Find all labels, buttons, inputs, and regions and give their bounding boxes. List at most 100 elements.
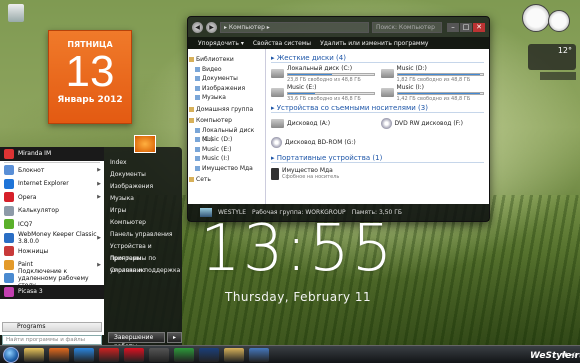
start-right-item[interactable]: Устройства и принтеры (108, 241, 182, 262)
submenu-arrow-icon[interactable]: ▶ (97, 235, 101, 241)
nav-item[interactable]: Музыка (188, 93, 265, 103)
taskbar-app-media-icon[interactable] (49, 347, 69, 362)
content-pane: ▸ Жесткие диски (4) Локальный диск (C:) 2… (266, 49, 489, 204)
weather-gadget[interactable]: 12° (528, 44, 576, 70)
taskbar-app-html-editor-icon[interactable] (174, 347, 194, 362)
program-item[interactable]: ICQ7 (0, 218, 104, 232)
forward-button[interactable]: ▶ (206, 21, 217, 33)
program-item[interactable]: Opera ▶ (0, 191, 104, 205)
nav-item[interactable]: Документы (188, 74, 265, 84)
program-label: Блокнот (18, 166, 45, 174)
shutdown-options-button[interactable]: ▸ (166, 332, 182, 343)
drive-free-space: 33,6 ГБ свободно из 48,8 ГБ (287, 95, 361, 102)
group-removable[interactable]: ▸ Устройства со съемными носителями (3) (271, 104, 484, 113)
calendar-day: 13 (65, 47, 115, 96)
program-item[interactable]: Ножницы (0, 245, 104, 259)
all-programs-button[interactable]: Programs (2, 322, 102, 332)
nav-item[interactable]: Библиотеки (188, 55, 265, 65)
drive-tile[interactable]: Music (D:) 1,82 ГБ свободно из 48,8 ГБ (380, 65, 484, 83)
program-item[interactable]: Подключение к удаленному рабочему столу (0, 268, 104, 289)
address-bar[interactable]: ▸ Компьютер ▸ (220, 21, 369, 33)
start-right-item[interactable]: Музыка (108, 193, 182, 205)
drive-tile[interactable]: Music (E:) 33,6 ГБ свободно из 48,8 ГБ (271, 84, 375, 102)
nav-item[interactable]: Домашняя группа (188, 105, 265, 115)
shutdown-button[interactable]: Завершение работы (108, 332, 165, 350)
program-item[interactable]: Internet Explorer ▶ (0, 177, 104, 191)
start-right-item[interactable]: Index (108, 157, 182, 169)
close-button[interactable]: ✕ (473, 22, 485, 32)
program-item[interactable]: Miranda IM (0, 147, 104, 161)
removable-drive-tile[interactable]: Дисковод BD-ROM (G:) (271, 134, 375, 151)
program-item[interactable]: Picasa 3 (0, 285, 104, 299)
drive-tile[interactable]: Music (I:) 1,42 ГБ свободно из 48,8 ГБ (380, 84, 484, 102)
program-item[interactable]: Калькулятор (0, 204, 104, 218)
navigation-pane: Библиотеки Видео Документы Изображения Музык… (188, 49, 266, 204)
cmd-system-properties[interactable]: Свойства системы (253, 40, 311, 47)
desktop-icon-recycle-bin[interactable] (6, 4, 26, 22)
nav-item[interactable]: Изображения (188, 84, 265, 94)
minimize-button[interactable]: – (447, 22, 459, 32)
removable-drive-tile[interactable]: Дисковод (A:) (271, 115, 375, 132)
taskbar-app-winamp-icon[interactable] (149, 347, 169, 362)
group-portable[interactable]: ▸ Портативные устройства (1) (271, 154, 484, 163)
program-label: Калькулятор (18, 207, 59, 215)
cpu-meter-gadget[interactable] (548, 10, 570, 32)
calendar-month-year: Январь 2012 (57, 95, 123, 105)
drive-free-space: 1,42 ГБ свободно из 48,8 ГБ (396, 95, 471, 102)
submenu-arrow-icon[interactable]: ▶ (97, 167, 101, 173)
taskbar-app-filezilla-icon[interactable] (99, 347, 119, 362)
start-right-item[interactable]: Документы (108, 169, 182, 181)
nav-item[interactable]: Music (D:) (188, 135, 265, 145)
recycle-bin-icon (8, 4, 24, 22)
taskbar-app-remote-icon[interactable] (249, 347, 269, 362)
maximize-button[interactable]: □ (460, 22, 472, 32)
cmd-uninstall[interactable]: Удалить или изменить программу (320, 40, 428, 47)
submenu-arrow-icon[interactable]: ▶ (97, 181, 101, 187)
taskbar-app-explorer2-icon[interactable] (224, 347, 244, 362)
nav-item[interactable]: Локальный диск (C:) (188, 126, 265, 143)
submenu-arrow-icon[interactable]: ▶ (97, 194, 101, 200)
calendar-gadget[interactable]: ПЯТНИЦА 13 Январь 2012 (48, 30, 132, 124)
start-right-item[interactable]: Игры (108, 205, 182, 217)
cmd-organize[interactable]: Упорядочить ▾ (198, 40, 244, 47)
program-item[interactable]: WebMoney Keeper Classic 3.8.0.0 ▶ (0, 231, 104, 245)
start-right-item[interactable]: Панель управления (108, 229, 182, 241)
optical-disc-icon (380, 118, 392, 129)
explorer-window[interactable]: ◀ ▶ ▸ Компьютер ▸ Поиск: Компьютер – □ ✕… (187, 16, 490, 222)
nav-item[interactable]: Music (I:) (188, 154, 265, 164)
start-right-item[interactable]: Изображения (108, 181, 182, 193)
start-right-item[interactable]: Компьютер (108, 217, 182, 229)
drive-usage-bar (287, 91, 375, 95)
start-right-item[interactable]: Программы по умолчанию (108, 253, 182, 274)
slideshow-gadget[interactable] (540, 72, 576, 80)
start-right-item[interactable]: Справка и поддержка (108, 265, 182, 277)
search-input[interactable]: Поиск: Компьютер (372, 21, 442, 33)
portable-device-tile[interactable]: Имущество Мда Сфобное на носитель (271, 165, 375, 182)
taskbar-app-explorer-icon[interactable] (24, 347, 44, 362)
removable-drive-tile[interactable]: DVD RW дисковод (F:) (380, 115, 485, 132)
user-avatar[interactable] (134, 135, 156, 153)
taskbar-app-ie-icon[interactable] (74, 347, 94, 362)
program-icon (4, 232, 14, 243)
program-item[interactable]: Блокнот ▶ (0, 164, 104, 178)
title-bar[interactable]: ◀ ▶ ▸ Компьютер ▸ Поиск: Компьютер – □ ✕ (188, 17, 489, 37)
nav-item[interactable]: Видео (188, 65, 265, 75)
taskbar-app-opera-icon[interactable] (124, 347, 144, 362)
back-button[interactable]: ◀ (192, 21, 203, 33)
program-icon (4, 286, 14, 297)
nav-item[interactable]: Music (E:) (188, 145, 265, 155)
analog-clock-gadget[interactable] (522, 4, 550, 32)
drive-name: DVD RW дисковод (F:) (394, 120, 464, 127)
nav-item[interactable]: Имущество Мда (188, 164, 265, 174)
program-icon (4, 246, 14, 257)
drive-tile[interactable]: Локальный диск (C:) 23,8 ГБ свободно из 4… (271, 65, 375, 83)
start-search-input[interactable]: Найти программы и файлы (2, 335, 102, 345)
drive-name: Дисковод BD-ROM (G:) (285, 139, 356, 146)
nav-item[interactable]: Компьютер (188, 116, 265, 126)
start-button[interactable] (3, 346, 19, 363)
drive-usage-bar (396, 91, 484, 95)
program-icon (4, 259, 14, 270)
group-hdd[interactable]: ▸ Жесткие диски (4) (271, 54, 484, 63)
nav-item[interactable]: Сеть (188, 175, 265, 185)
taskbar-app-photoshop-icon[interactable] (199, 347, 219, 362)
